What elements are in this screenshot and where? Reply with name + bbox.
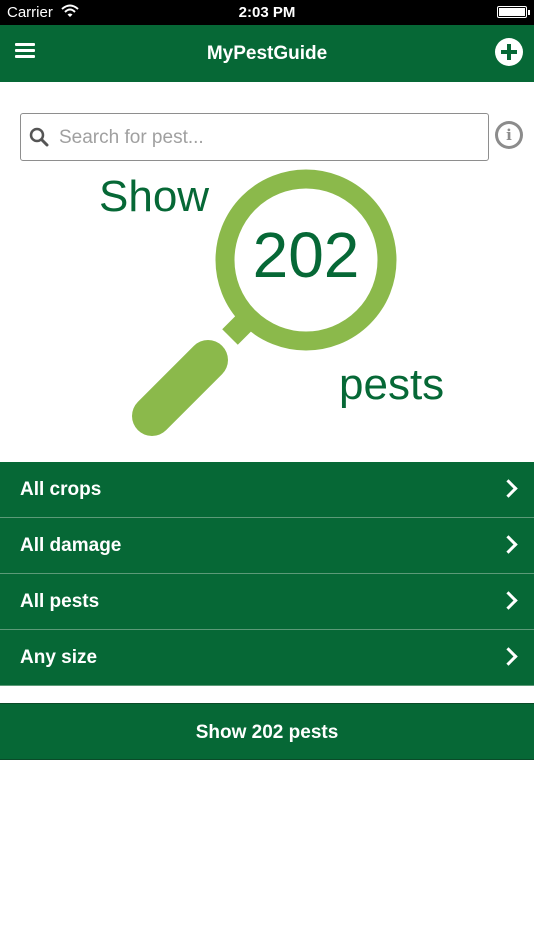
plus-circle-icon[interactable] [495,38,523,66]
filter-label: All crops [20,479,102,500]
chevron-right-icon [499,479,518,498]
chevron-right-icon [499,535,518,554]
show-pests-label: Show 202 pests [195,722,339,743]
search-input[interactable] [57,122,481,154]
magnifier-icon [132,169,397,436]
clock-time: 2:03 PM [238,4,296,21]
pest-count-graphic[interactable]: Show 202 pests [0,165,534,445]
chevron-right-icon [499,591,518,610]
filter-row-pests[interactable]: All pests [0,574,534,630]
filter-label: Any size [20,647,98,668]
filter-list: All crops All damage All pests Any size [0,462,534,686]
show-pests-button[interactable]: Show 202 pests [0,703,534,760]
nav-bar: MyPestGuide [0,25,534,82]
pests-word: pests [339,360,445,409]
status-bar: Carrier 2:03 PM [0,0,534,25]
filter-label: All damage [20,535,122,556]
hamburger-menu-icon[interactable] [15,43,35,59]
battery-icon [497,6,530,18]
info-glyph: i [498,124,520,146]
filter-label: All pests [20,591,100,612]
info-icon[interactable]: i [495,121,523,149]
filter-row-damage[interactable]: All damage [0,518,534,574]
pest-count: 202 [252,219,360,291]
search-field[interactable] [20,113,489,161]
chevron-right-icon [499,647,518,666]
search-icon [29,127,49,147]
filter-row-size[interactable]: Any size [0,630,534,686]
filter-row-crops[interactable]: All crops [0,462,534,518]
show-word: Show [99,172,210,221]
page-title: MyPestGuide [206,43,328,64]
